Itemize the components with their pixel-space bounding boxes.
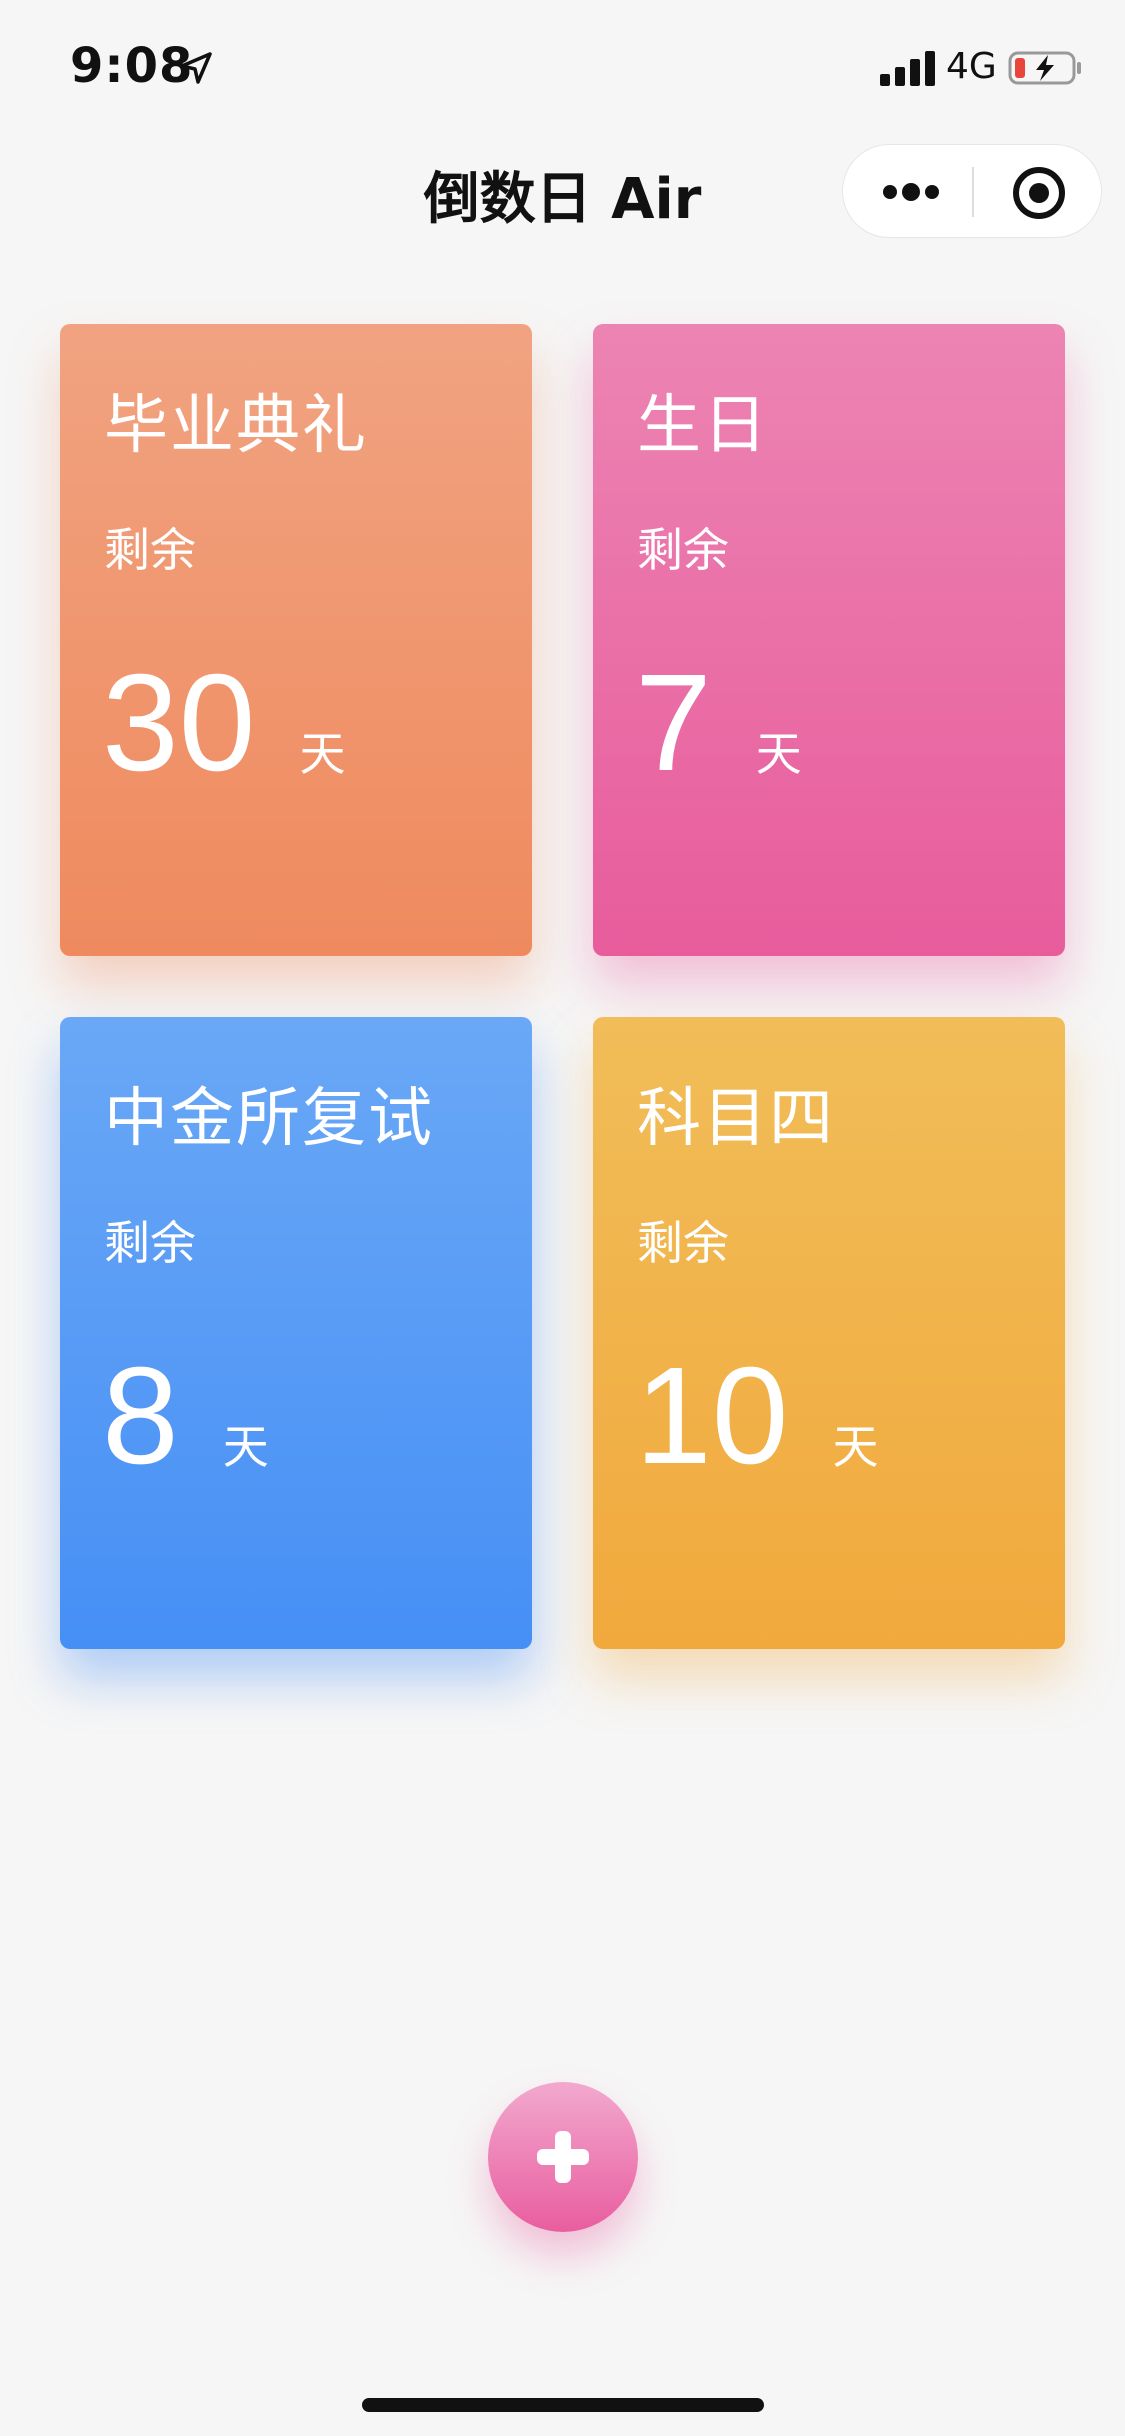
card-days: 10 bbox=[635, 1339, 789, 1493]
card-title: 中金所复试 bbox=[104, 1082, 434, 1156]
card-remaining-label: 剩余 bbox=[104, 523, 196, 577]
location-arrow-icon bbox=[180, 52, 212, 84]
card-days: 8 bbox=[102, 1339, 179, 1493]
card-count: 8 天 bbox=[102, 1347, 269, 1485]
card-count: 7 天 bbox=[635, 654, 802, 792]
more-dots-icon[interactable] bbox=[881, 178, 941, 206]
card-days: 7 bbox=[635, 646, 712, 800]
add-event-button[interactable] bbox=[488, 2082, 638, 2232]
nav-bar: 倒数日 Air bbox=[0, 132, 1125, 252]
card-title: 毕业典礼 bbox=[104, 389, 368, 463]
close-miniprogram-icon[interactable] bbox=[1011, 165, 1067, 221]
card-remaining-label: 剩余 bbox=[637, 523, 729, 577]
card-unit: 天 bbox=[299, 727, 346, 781]
miniprogram-capsule bbox=[842, 144, 1102, 238]
cellular-signal-icon bbox=[880, 51, 935, 86]
home-indicator[interactable] bbox=[362, 2398, 764, 2412]
plus-icon bbox=[537, 2131, 589, 2183]
status-time: 9:08 bbox=[70, 38, 194, 94]
card-remaining-label: 剩余 bbox=[104, 1216, 196, 1270]
card-days: 30 bbox=[102, 646, 256, 800]
countdown-card[interactable]: 科目四 剩余 10 天 bbox=[593, 1017, 1065, 1649]
card-title: 科目四 bbox=[637, 1082, 835, 1156]
card-remaining-label: 剩余 bbox=[637, 1216, 729, 1270]
card-count: 30 天 bbox=[102, 654, 346, 792]
card-unit: 天 bbox=[755, 727, 802, 781]
screen: 9:08 4G 倒数日 Air 毕业典礼 剩余 30 天 生日 剩余 7 天 中… bbox=[0, 0, 1125, 2436]
card-unit: 天 bbox=[222, 1420, 269, 1474]
countdown-card[interactable]: 中金所复试 剩余 8 天 bbox=[60, 1017, 532, 1649]
card-unit: 天 bbox=[832, 1420, 879, 1474]
countdown-card[interactable]: 生日 剩余 7 天 bbox=[593, 324, 1065, 956]
status-bar: 9:08 4G bbox=[0, 0, 1125, 132]
card-count: 10 天 bbox=[635, 1347, 879, 1485]
network-type: 4G bbox=[946, 46, 997, 87]
battery-charging-icon bbox=[1008, 51, 1081, 85]
countdown-card[interactable]: 毕业典礼 剩余 30 天 bbox=[60, 324, 532, 956]
card-title: 生日 bbox=[637, 389, 769, 463]
capsule-divider bbox=[972, 167, 974, 217]
